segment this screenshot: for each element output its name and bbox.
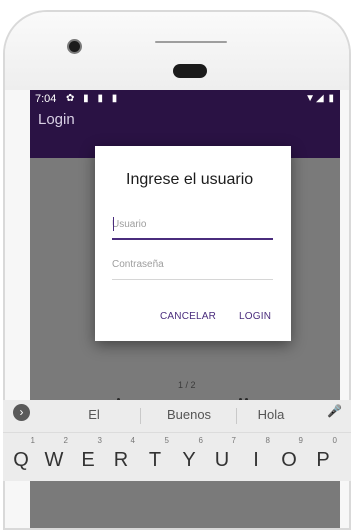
status-notification-icons: ✿ ▮ ▮ ▮ <box>66 93 121 104</box>
login-dialog: Ingrese el usuario CANCELAR LOGIN <box>95 146 291 341</box>
password-input[interactable] <box>112 250 273 280</box>
microphone-icon[interactable]: 🎤 <box>327 404 342 418</box>
text-caret <box>113 217 114 231</box>
key-w[interactable]: 2W <box>40 436 68 475</box>
speaker-grille <box>173 64 207 78</box>
suggestion-item[interactable]: Hola <box>251 407 291 422</box>
key-q[interactable]: 1Q <box>7 436 35 475</box>
key-y[interactable]: 6Y <box>175 436 203 475</box>
soft-keyboard: › El Buenos Hola 🎤 1Q 2W 3E 4R 5T 6Y 7U … <box>3 400 351 481</box>
phone-bezel <box>5 12 349 90</box>
status-time: 7:04 <box>35 93 57 105</box>
top-bezel-line <box>155 41 227 43</box>
key-r[interactable]: 4R <box>107 436 135 475</box>
suggestion-item[interactable]: El <box>79 407 109 422</box>
key-i[interactable]: 8I <box>242 436 270 475</box>
suggestion-strip: › El Buenos Hola 🎤 <box>3 400 351 433</box>
key-p[interactable]: 0P <box>309 436 337 475</box>
expand-suggestions-icon[interactable]: › <box>13 404 30 421</box>
username-input[interactable] <box>112 210 273 240</box>
suggestion-item[interactable]: Buenos <box>159 407 219 422</box>
key-u[interactable]: 7U <box>208 436 236 475</box>
cancel-button[interactable]: CANCELAR <box>160 311 216 322</box>
camera-icon <box>67 39 82 54</box>
key-row-top: 1Q 2W 3E 4R 5T 6Y 7U 8I 9O 0P <box>3 433 351 481</box>
status-bar: 7:04 ✿ ▮ ▮ ▮ ▼◢ ▮ <box>30 90 340 110</box>
dialog-title: Ingrese el usuario <box>126 171 254 188</box>
key-o[interactable]: 9O <box>275 436 303 475</box>
pager-indicator: 1 / 2 <box>178 380 196 390</box>
suggestion-divider <box>140 408 141 424</box>
key-e[interactable]: 3E <box>74 436 102 475</box>
suggestion-divider <box>236 408 237 424</box>
app-bar-title: Login <box>38 111 75 128</box>
login-button[interactable]: LOGIN <box>239 311 271 322</box>
key-t[interactable]: 5T <box>141 436 169 475</box>
status-signal-battery-icons: ▼◢ ▮ <box>305 93 335 104</box>
